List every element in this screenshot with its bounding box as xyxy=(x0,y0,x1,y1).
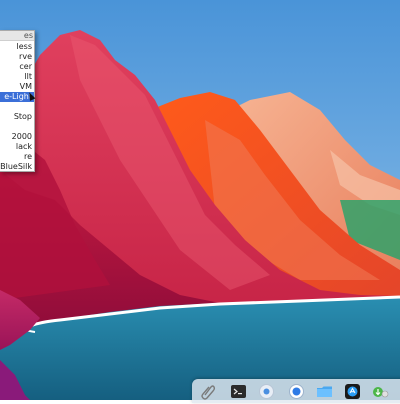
menu-list: less rve cer llt VM e-Light Stop 2000 la… xyxy=(0,41,34,171)
menu-item-less[interactable]: less xyxy=(0,42,34,52)
menu-item-stop[interactable]: Stop xyxy=(0,112,34,122)
folder-icon[interactable] xyxy=(316,383,333,400)
download-icon[interactable] xyxy=(372,383,389,400)
menu-item-2000[interactable]: 2000 xyxy=(0,132,34,142)
terminal-icon[interactable] xyxy=(230,383,247,400)
menu-item-re[interactable]: re xyxy=(0,152,34,162)
menu-item-vm[interactable]: VM xyxy=(0,82,34,92)
desktop-wallpaper xyxy=(0,0,400,400)
menu-item-bluesilk[interactable]: BlueSilk xyxy=(0,162,34,171)
browser-icon[interactable] xyxy=(288,383,305,400)
menu-item-rve[interactable]: rve xyxy=(0,52,34,62)
menu-item-lack[interactable]: lack xyxy=(0,142,34,152)
menu-header: es xyxy=(0,31,34,41)
app-icon[interactable] xyxy=(258,383,275,400)
menu-item-blank-1[interactable] xyxy=(0,102,34,112)
dock xyxy=(192,379,400,403)
paperclip-icon[interactable] xyxy=(200,383,217,400)
app-store-icon[interactable] xyxy=(344,383,361,400)
menu-item-blank-2[interactable] xyxy=(0,122,34,132)
theme-dropdown-menu: es less rve cer llt VM e-Light Stop 2000… xyxy=(0,30,35,172)
menu-item-llt[interactable]: llt xyxy=(0,72,34,82)
menu-item-cer[interactable]: cer xyxy=(0,62,34,72)
